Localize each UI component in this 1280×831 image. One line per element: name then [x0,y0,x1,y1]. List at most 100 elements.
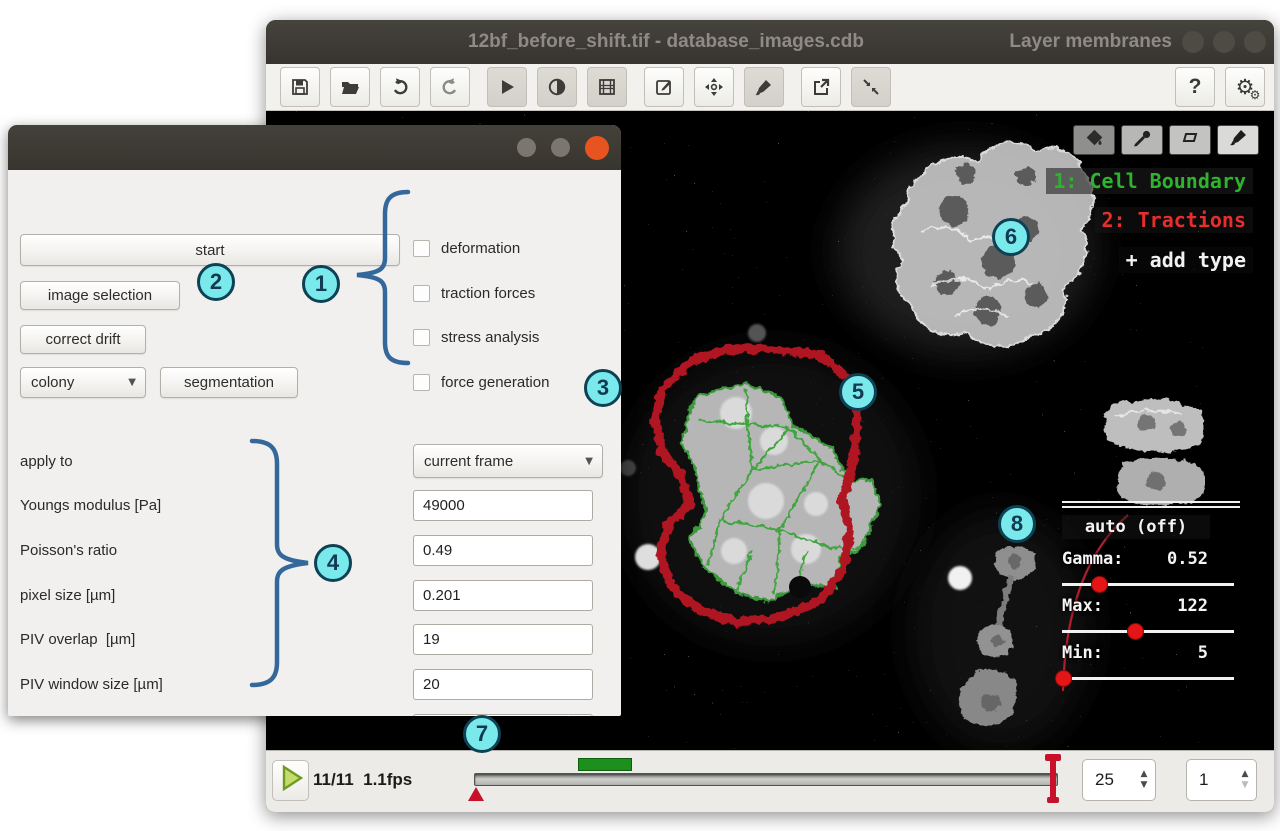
undo-icon [390,77,410,97]
max-slider-handle[interactable] [1127,623,1144,640]
undo-button[interactable] [380,67,420,107]
tfm-addon-dialog: start image selection correct drift colo… [8,125,621,716]
color-picker-tool[interactable] [1121,125,1163,155]
window-button-icon[interactable] [551,138,570,157]
close-icon[interactable] [585,136,609,160]
gamma-slider[interactable] [1062,583,1234,586]
chevron-down-icon: ▼ [128,377,136,388]
annotation-circle-6: 6 [992,218,1030,256]
checkbox-label: traction forces [441,285,535,302]
min-slider-handle[interactable] [1055,670,1072,687]
auto-contrast-toggle[interactable]: auto (off) [1062,515,1210,539]
gamma-value: 0.52 [1167,549,1208,569]
gamma-slider-handle[interactable] [1091,576,1108,593]
fps-value: 1.1fps [363,770,412,789]
youngs-modulus-input[interactable] [413,490,593,521]
color-picker-icon [1131,128,1153,153]
spin-up-icon[interactable]: ▲ [1141,770,1148,779]
force-generation-checkbox[interactable] [413,374,430,391]
piv-window-size-input[interactable] [413,669,593,700]
redo-button[interactable] [430,67,470,107]
move-button[interactable] [694,67,734,107]
image-selection-button[interactable]: image selection [20,281,180,310]
export-button[interactable] [801,67,841,107]
timeline-slider[interactable] [474,773,1058,786]
panel-divider [1062,501,1240,503]
timeline-start-marker[interactable] [468,787,484,801]
marker-type-cell-boundary[interactable]: 1: Cell Boundary [1046,168,1253,194]
step-spinbox[interactable]: 1 ▲▼ [1186,759,1257,801]
contrast-button[interactable] [537,67,577,107]
annotation-circle-5: 5 [839,373,877,411]
spinbox-arrows[interactable]: ▲▼ [1133,770,1155,790]
eraser-tool[interactable] [1169,125,1211,155]
save-icon [290,77,310,97]
spin-up-icon[interactable]: ▲ [1242,770,1249,779]
settings-button[interactable]: ⚙⚙ [1225,67,1265,107]
brush-toolbar-button[interactable] [744,67,784,107]
segmentation-button[interactable]: segmentation [160,367,298,398]
deformation-checkbox[interactable] [413,240,430,257]
panel-divider [1062,506,1240,508]
field-label: PIV window size [µm] [20,669,163,700]
max-slider[interactable] [1062,630,1234,633]
brush-tool-icon [1227,128,1249,153]
gel-height-input[interactable] [413,714,593,716]
checkbox-row: stress analysis [413,329,539,346]
frame-counter: 11/11 1.1fps [313,751,412,809]
apply-to-dropdown[interactable]: current frame ▼ [413,444,603,478]
brush-tool[interactable] [1217,125,1259,155]
field-label: Youngs modulus [Pa] [20,490,161,521]
fit-view-button[interactable] [851,67,891,107]
play-icon [497,77,517,97]
export-icon [811,77,831,97]
play-button[interactable] [272,760,309,801]
correct-drift-button[interactable]: correct drift [20,325,146,354]
open-button[interactable] [330,67,370,107]
play-toolbar-button[interactable] [487,67,527,107]
open-folder-icon [340,77,360,97]
brush-icon [754,77,774,97]
window-title: 12bf_before_shift.tif - database_images.… [346,20,986,64]
marker-type-tractions[interactable]: 2: Tractions [1095,207,1254,233]
eraser-icon [1179,128,1201,153]
window-button-icon[interactable] [1182,31,1204,53]
field-label: gel height [µm] [20,714,119,716]
window-button-icon[interactable] [1213,31,1235,53]
spin-down-icon[interactable]: ▼ [1242,781,1249,790]
film-strip-icon [597,77,617,97]
window-button-icon[interactable] [1244,31,1266,53]
fps-spinbox[interactable]: 25 ▲▼ [1082,759,1156,801]
min-slider[interactable] [1062,677,1234,680]
timeline-position-handle[interactable] [1050,759,1056,801]
max-label: Max: [1062,596,1103,616]
min-label: Min: [1062,643,1103,663]
redo-icon [440,77,460,97]
window-button-icon[interactable] [517,138,536,157]
start-button[interactable]: start [20,234,400,266]
chevron-down-icon: ▼ [585,456,593,467]
poissons-ratio-input[interactable] [413,535,593,566]
apply-to-value: current frame [424,453,513,470]
film-button[interactable] [587,67,627,107]
mode-dropdown[interactable]: colony ▼ [20,367,146,398]
gamma-label: Gamma: [1062,549,1123,569]
add-marker-type[interactable]: + add type [1119,247,1253,273]
timeline-bar: 11/11 1.1fps 25 ▲▼ 1 ▲▼ [266,750,1274,812]
field-label: PIV overlap [µm] [20,624,135,655]
field-label: pixel size [µm] [20,580,115,611]
timeline-position-handle[interactable] [1047,797,1059,803]
spinbox-arrows[interactable]: ▲▼ [1234,770,1256,790]
pixel-size-input[interactable] [413,580,593,611]
checkbox-row: force generation [413,374,549,391]
main-titlebar: 12bf_before_shift.tif - database_images.… [266,20,1274,64]
save-button[interactable] [280,67,320,107]
spin-down-icon[interactable]: ▼ [1141,781,1148,790]
piv-overlap-input[interactable] [413,624,593,655]
stress-analysis-checkbox[interactable] [413,329,430,346]
fill-bucket-tool[interactable] [1073,125,1115,155]
help-button[interactable]: ? [1175,67,1215,107]
annotation-circle-4: 4 [314,544,352,582]
edit-marker-button[interactable] [644,67,684,107]
traction-forces-checkbox[interactable] [413,285,430,302]
